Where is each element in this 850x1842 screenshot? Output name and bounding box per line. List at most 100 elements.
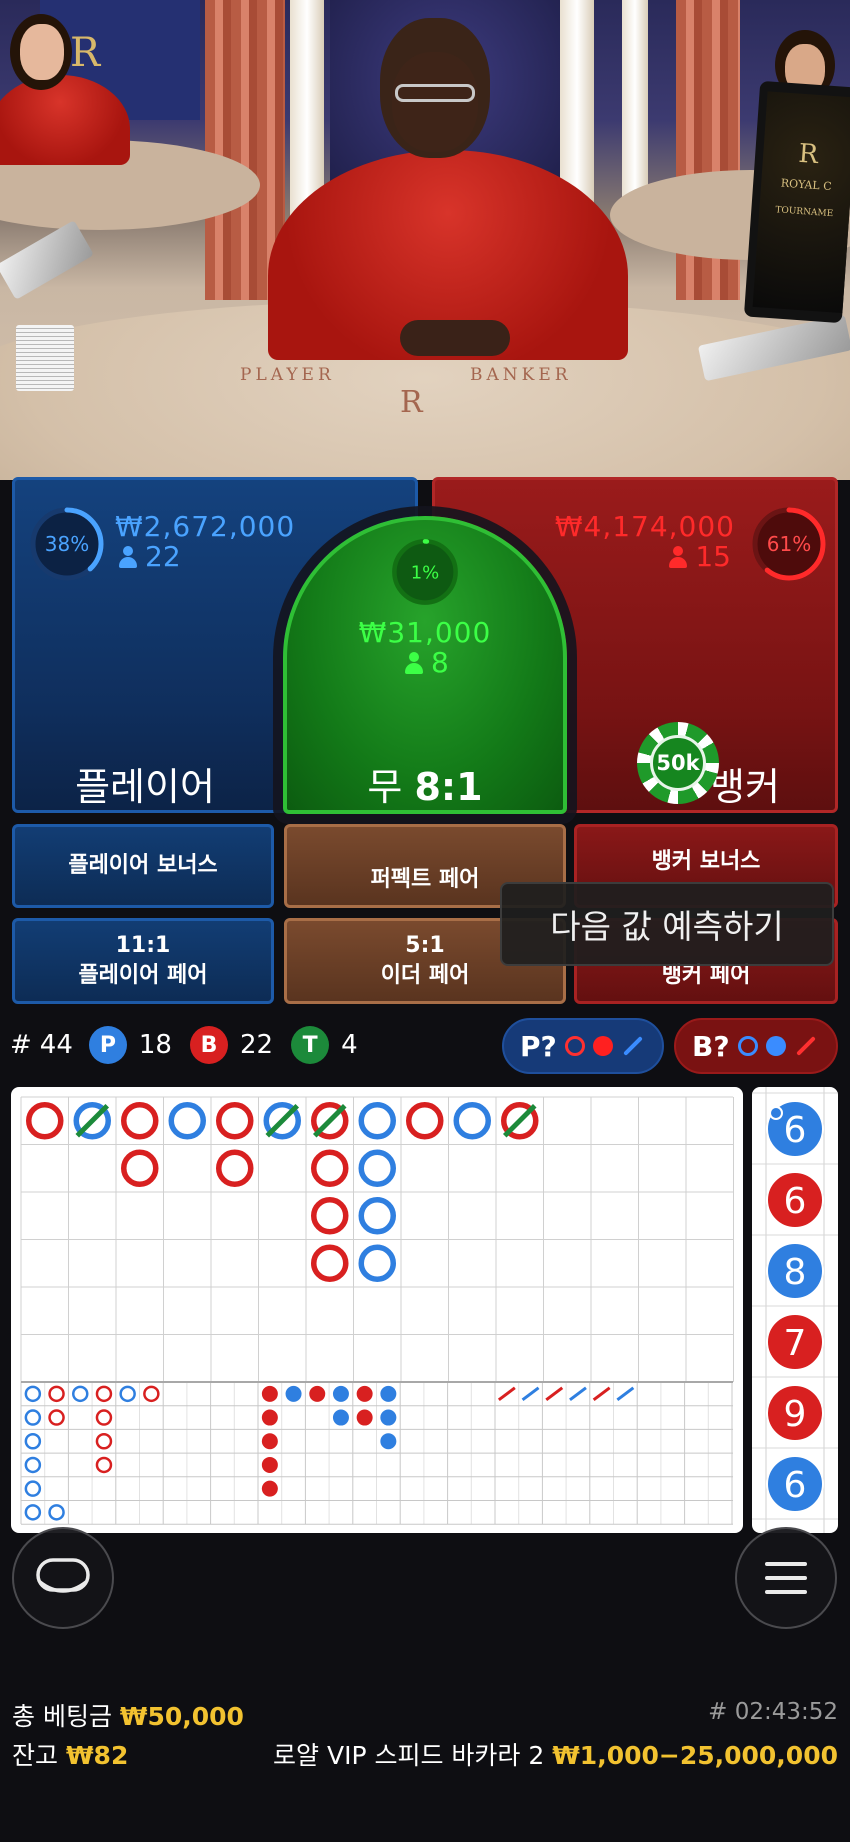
small-road-marker [332,1385,349,1402]
predict-player-label: P? [520,1029,557,1063]
banker-percent-ring: 61% [749,504,829,584]
big-eye-blue-icon [737,1036,758,1056]
small-road-marker [380,1409,397,1426]
big-eye-marker [24,1433,42,1450]
selected-chip[interactable]: 50k [637,722,719,804]
bead-road[interactable]: 6 6 8 7 9 6 [752,1087,838,1533]
round-stats: # 44 P 18 B 22 T 4 [10,1022,358,1068]
tie-percent-ring: 1% [389,536,461,608]
big-road-marker [216,1102,254,1140]
big-road-marker [263,1102,301,1140]
chat-icon [36,1558,90,1593]
big-road-marker [26,1102,64,1140]
big-road-marker [501,1102,539,1140]
big-eye-marker [48,1504,65,1521]
table-emblem: R [400,385,423,420]
small-road-blue-icon [765,1036,786,1056]
big-road-marker [358,1244,396,1282]
table-info: 로얄 VIP 스피드 바카라 2 ₩1,000−25,000,000 [273,1736,838,1772]
predict-banker-button[interactable]: B? [674,1018,838,1074]
small-road-marker [332,1409,349,1426]
big-road-marker [216,1149,254,1187]
small-road-marker [261,1385,278,1402]
live-video-stream: R PLAYER BANKER R R ROYAL C TOURNAME [0,0,850,480]
big-eye-marker [24,1456,42,1474]
player-wins-count: 18 [138,1030,172,1060]
big-eye-marker [95,1433,113,1450]
big-eye-red-icon [564,1036,585,1056]
cockroach-blue-icon [622,1036,643,1056]
banker-total-amount: ₩4,174,000 [554,510,735,543]
menu-button[interactable] [735,1527,837,1629]
small-road-marker [261,1433,278,1450]
tie-count: 4 [341,1030,358,1060]
total-bet-value: ₩50,000 [119,1702,244,1731]
player-wins-badge: P [88,1026,127,1064]
big-road-marker [406,1102,444,1140]
big-eye-marker [24,1480,42,1497]
total-bet-label: 총 베팅금 [12,1702,112,1731]
tie-label: 무 8:1 [367,765,483,809]
big-eye-marker [95,1456,113,1474]
player-percent-ring: 38% [27,504,107,584]
big-eye-marker [24,1409,42,1426]
big-eye-marker [95,1385,113,1403]
perfect-pair-label: 퍼펙트 페어 [370,867,480,893]
banker-wins-count: 22 [239,1030,274,1060]
big-road-marker [358,1102,396,1140]
small-road-marker [285,1385,302,1402]
bead-number: 9 [784,1394,807,1435]
big-eye-marker [72,1385,89,1403]
balance: 잔고 ₩82 [12,1736,128,1772]
small-road-marker [356,1385,373,1402]
small-road-marker [356,1409,373,1426]
cockroach-marker [616,1386,635,1402]
tie-count-value: 8 [431,646,449,679]
predict-player-button[interactable]: P? [502,1018,664,1074]
tooltip-text: 다음 값 예측하기 [550,907,784,946]
tie-percent: 1% [410,561,440,583]
big-eye-marker [24,1385,42,1403]
tie-bet-area[interactable]: 1% ₩31,000 8 무 8:1 [283,516,567,814]
round-number: 44 [39,1030,73,1060]
big-road-marker [358,1149,396,1187]
big-road-marker [168,1102,206,1140]
person-icon [405,651,423,674]
player-total-amount: ₩2,672,000 [115,510,296,543]
banker-bettor-count: 15 [669,540,731,573]
banker-wins-badge: B [189,1026,228,1064]
big-road-marker [311,1102,349,1140]
banker-percent: 61% [766,532,812,556]
cockroach-marker [592,1386,611,1402]
big-eye-marker [48,1409,65,1426]
player-bonus-label: 플레이어 보너스 [68,853,218,879]
small-road-marker [309,1385,326,1402]
player-bonus-button[interactable]: 플레이어 보너스 [12,824,274,908]
player-pair-dot [769,1106,783,1120]
tie-count-badge: T [291,1026,330,1064]
banker-bonus-label: 뱅커 보너스 [651,849,761,874]
small-road-marker [380,1385,397,1402]
player-pair-button[interactable]: 11:1 플레이어 페어 [12,918,274,1004]
scoreboard-roadmap[interactable] [11,1087,743,1533]
big-eye-marker [95,1409,113,1426]
bead-number: 6 [784,1181,807,1222]
table-limits: ₩1,000−25,000,000 [552,1741,838,1770]
person-icon [669,545,688,568]
big-eye-marker [119,1385,136,1403]
big-eye-marker [24,1504,42,1521]
either-pair-label: 이더 페어 [380,963,470,988]
small-road-red-icon [592,1036,613,1056]
small-road-marker [380,1433,397,1450]
casino-emblem-left: R [70,30,101,76]
big-road-marker [453,1102,491,1140]
table-banker-marking: BANKER [470,365,572,385]
bead-number: 6 [784,1110,807,1151]
tournament-monitor: R ROYAL C TOURNAME [743,80,850,324]
big-road-marker [73,1102,111,1140]
cockroach-marker [569,1386,587,1402]
chat-button[interactable] [12,1527,114,1629]
bead-number: 6 [784,1465,807,1506]
table-name: 로얄 VIP 스피드 바카라 2 [273,1741,545,1770]
cockroach-marker [497,1386,516,1402]
